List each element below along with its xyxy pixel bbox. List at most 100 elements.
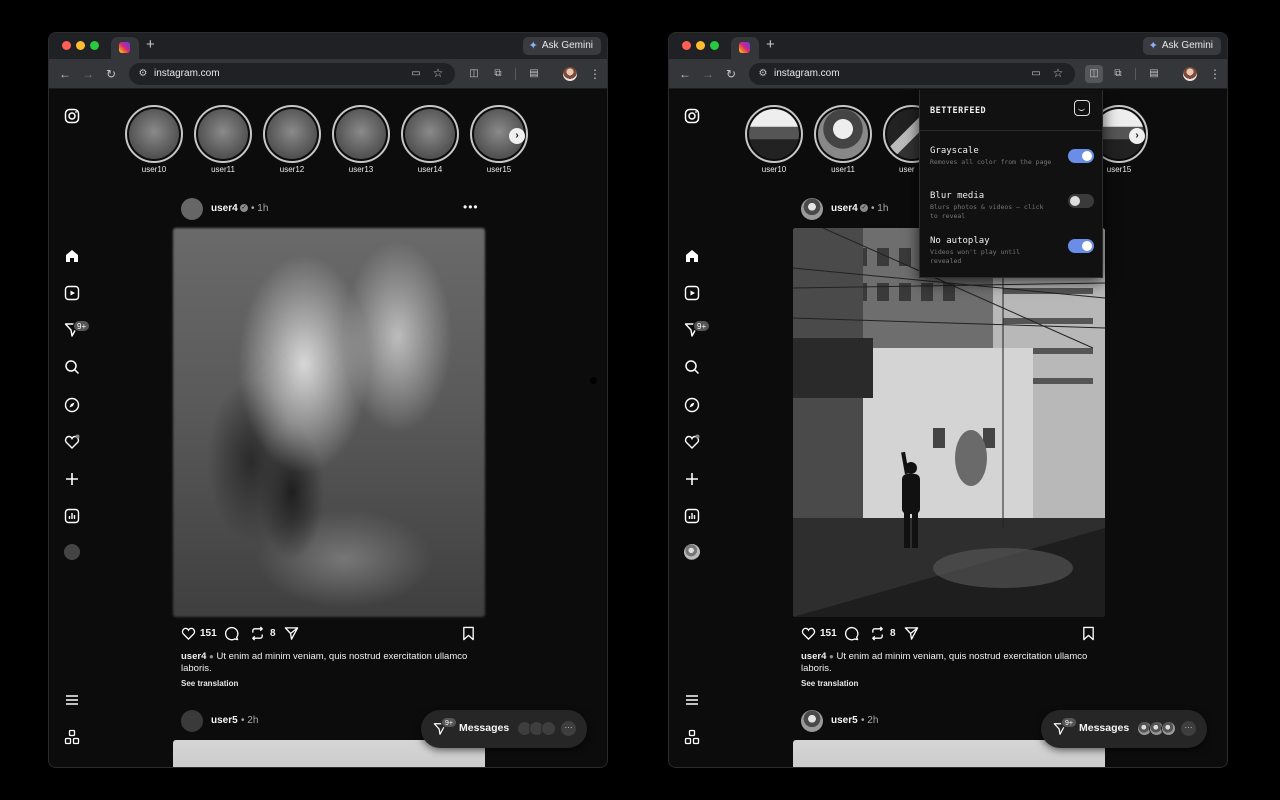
caption-username[interactable]: user4 bbox=[181, 651, 206, 662]
url-text[interactable]: instagram.com bbox=[154, 67, 220, 81]
profile-avatar-sidebar[interactable] bbox=[684, 544, 700, 560]
grayscale-toggle[interactable] bbox=[1068, 149, 1094, 163]
url-text[interactable]: instagram.com bbox=[774, 67, 840, 81]
home-icon[interactable] bbox=[63, 247, 81, 265]
site-info-icon[interactable]: ⚙ bbox=[757, 68, 769, 80]
caption-username[interactable]: user4 bbox=[801, 651, 826, 662]
install-app-icon[interactable]: ▭ bbox=[1029, 67, 1043, 81]
new-tab-button[interactable]: + bbox=[146, 37, 155, 53]
menu-hamburger-icon[interactable] bbox=[683, 691, 701, 709]
no-autoplay-toggle[interactable] bbox=[1068, 239, 1094, 253]
profile-avatar-sidebar[interactable] bbox=[64, 544, 80, 560]
post2-timestamp[interactable]: • 2h bbox=[861, 715, 878, 726]
address-bar[interactable]: ⚙ instagram.com ▭ ☆ bbox=[749, 63, 1075, 85]
reels-icon[interactable] bbox=[683, 284, 701, 302]
reading-list-icon[interactable]: ▤ bbox=[525, 65, 543, 83]
post2-timestamp[interactable]: • 2h bbox=[241, 715, 258, 726]
stories-next-icon[interactable]: › bbox=[509, 128, 525, 144]
post2-author-username[interactable]: user5 bbox=[211, 715, 238, 726]
maximize-window-button[interactable] bbox=[90, 41, 99, 50]
menu-hamburger-icon[interactable] bbox=[63, 691, 81, 709]
reels-icon[interactable] bbox=[63, 284, 81, 302]
share-icon[interactable] bbox=[284, 625, 299, 641]
post2-author-username[interactable]: user5 bbox=[831, 715, 858, 726]
reading-list-icon[interactable]: ▤ bbox=[1145, 65, 1163, 83]
messages-floating-button[interactable]: 9+ Messages ··· bbox=[421, 710, 587, 748]
comment-icon[interactable] bbox=[844, 625, 859, 641]
post-options-icon[interactable]: ••• bbox=[463, 200, 479, 214]
extensions-puzzle-icon[interactable]: ⧉ bbox=[1109, 65, 1127, 83]
install-app-icon[interactable]: ▭ bbox=[409, 67, 423, 81]
notifications-heart-icon[interactable] bbox=[683, 433, 701, 451]
save-bookmark-icon[interactable] bbox=[1081, 625, 1096, 641]
back-icon[interactable]: ← bbox=[58, 67, 72, 81]
story-item[interactable]: user12 bbox=[263, 105, 321, 174]
post-image[interactable] bbox=[793, 228, 1105, 617]
story-item[interactable]: user11 bbox=[194, 105, 252, 174]
explore-compass-icon[interactable] bbox=[683, 396, 701, 414]
see-translation-link[interactable]: See translation bbox=[181, 679, 238, 688]
story-item[interactable]: user13 bbox=[332, 105, 390, 174]
like-count[interactable]: 151 bbox=[200, 628, 217, 639]
also-from-meta-icon[interactable] bbox=[683, 728, 701, 746]
notifications-heart-icon[interactable] bbox=[63, 433, 81, 451]
ask-gemini-button[interactable]: ✦ Ask Gemini bbox=[522, 37, 601, 55]
stories-next-icon[interactable]: › bbox=[1129, 128, 1145, 144]
instagram-logo-icon[interactable] bbox=[683, 107, 701, 125]
create-plus-icon[interactable] bbox=[63, 470, 81, 488]
post-author-username[interactable]: user4 bbox=[831, 203, 858, 214]
address-bar[interactable]: ⚙ instagram.com ▭ ☆ bbox=[129, 63, 455, 85]
create-plus-icon[interactable] bbox=[683, 470, 701, 488]
repost-count[interactable]: 8 bbox=[270, 628, 276, 639]
like-heart-icon[interactable] bbox=[181, 625, 196, 641]
reload-icon[interactable]: ↻ bbox=[724, 67, 738, 81]
repost-icon[interactable] bbox=[250, 625, 265, 641]
blur-media-toggle[interactable] bbox=[1068, 194, 1094, 208]
site-info-icon[interactable]: ⚙ bbox=[137, 68, 149, 80]
post-author-avatar[interactable] bbox=[181, 198, 203, 220]
extensions-puzzle-icon[interactable]: ⧉ bbox=[489, 65, 507, 83]
minimize-window-button[interactable] bbox=[76, 41, 85, 50]
also-from-meta-icon[interactable] bbox=[63, 728, 81, 746]
ask-gemini-button[interactable]: ✦ Ask Gemini bbox=[1142, 37, 1221, 55]
tab-instagram[interactable] bbox=[731, 37, 759, 59]
comment-icon[interactable] bbox=[224, 625, 239, 641]
like-count[interactable]: 151 bbox=[820, 628, 837, 639]
dashboard-icon[interactable] bbox=[683, 507, 701, 525]
repost-icon[interactable] bbox=[870, 625, 885, 641]
dashboard-icon[interactable] bbox=[63, 507, 81, 525]
post-timestamp[interactable]: • 1h bbox=[871, 203, 888, 214]
tab-instagram[interactable] bbox=[111, 37, 139, 59]
browser-menu-icon[interactable]: ⋮ bbox=[589, 67, 601, 81]
post-author-username[interactable]: user4 bbox=[211, 203, 238, 214]
post-image-blurred[interactable] bbox=[173, 228, 485, 617]
like-heart-icon[interactable] bbox=[801, 625, 816, 641]
bookmark-star-icon[interactable]: ☆ bbox=[1051, 66, 1065, 80]
profile-avatar[interactable] bbox=[1183, 67, 1197, 81]
browser-menu-icon[interactable]: ⋮ bbox=[1209, 67, 1221, 81]
see-translation-link[interactable]: See translation bbox=[801, 679, 858, 688]
maximize-window-button[interactable] bbox=[710, 41, 719, 50]
post2-author-avatar[interactable] bbox=[801, 710, 823, 732]
betterfeed-extension-icon[interactable]: ◫ bbox=[1085, 65, 1103, 83]
betterfeed-extension-icon[interactable]: ◫ bbox=[465, 65, 483, 83]
messages-floating-button[interactable]: 9+ Messages ··· bbox=[1041, 710, 1207, 748]
bookmark-star-icon[interactable]: ☆ bbox=[431, 66, 445, 80]
new-tab-button[interactable]: + bbox=[766, 37, 775, 53]
story-item[interactable]: user10 bbox=[745, 105, 803, 174]
reload-icon[interactable]: ↻ bbox=[104, 67, 118, 81]
repost-count[interactable]: 8 bbox=[890, 628, 896, 639]
close-window-button[interactable] bbox=[62, 41, 71, 50]
close-window-button[interactable] bbox=[682, 41, 691, 50]
forward-icon[interactable]: → bbox=[81, 67, 95, 81]
post-timestamp[interactable]: • 1h bbox=[251, 203, 268, 214]
forward-icon[interactable]: → bbox=[701, 67, 715, 81]
search-icon[interactable] bbox=[63, 358, 81, 376]
story-item[interactable]: user11 bbox=[814, 105, 872, 174]
post2-author-avatar[interactable] bbox=[181, 710, 203, 732]
post-author-avatar[interactable] bbox=[801, 198, 823, 220]
share-icon[interactable] bbox=[904, 625, 919, 641]
save-bookmark-icon[interactable] bbox=[461, 625, 476, 641]
profile-avatar[interactable] bbox=[563, 67, 577, 81]
story-item[interactable]: user14 bbox=[401, 105, 459, 174]
